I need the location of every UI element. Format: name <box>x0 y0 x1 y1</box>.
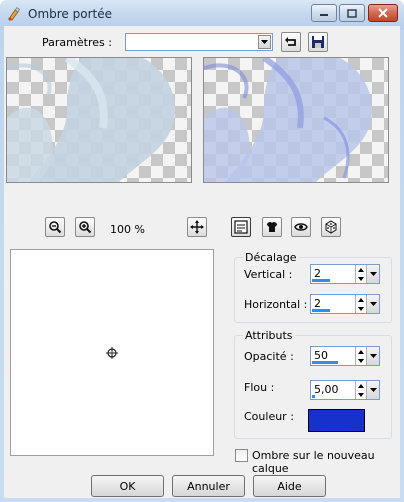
original-preview[interactable] <box>6 57 192 183</box>
blur-value: 5,00 <box>314 383 339 396</box>
maximize-icon <box>347 8 357 18</box>
caret-up-icon[interactable] <box>356 381 366 390</box>
proof-button[interactable] <box>262 217 282 237</box>
preview-mode-icon <box>234 220 248 234</box>
preview-mode-button[interactable] <box>231 217 251 237</box>
original-preview-image <box>7 58 176 182</box>
caret-down-icon[interactable] <box>356 304 366 313</box>
save-preset-button[interactable] <box>308 32 328 52</box>
minimize-icon <box>320 14 328 16</box>
pan-button[interactable] <box>187 217 207 237</box>
dialog-window: Ombre portée Paramètres : 100 % Décalage… <box>0 0 404 502</box>
reset-icon <box>285 37 296 46</box>
new-layer-checkbox[interactable] <box>235 449 248 462</box>
result-preview-image <box>204 58 373 182</box>
zoom-in-button[interactable] <box>75 217 95 237</box>
chevron-down-icon[interactable] <box>258 35 271 49</box>
chevron-down-icon[interactable] <box>366 381 379 399</box>
vertical-label: Vertical : <box>244 268 293 281</box>
shadow-color-swatch[interactable] <box>308 409 365 432</box>
auto-proof-button[interactable] <box>291 217 311 237</box>
chevron-down-icon[interactable] <box>366 295 379 313</box>
opacity-stepper[interactable] <box>355 347 366 365</box>
horizontal-label: Horizontal : <box>244 298 308 311</box>
horizontal-stepper[interactable] <box>355 295 366 313</box>
horizontal-level-bar <box>312 309 330 312</box>
caret-up-icon[interactable] <box>356 295 366 304</box>
eye-icon <box>294 223 308 231</box>
close-icon <box>378 8 388 18</box>
caret-down-icon[interactable] <box>356 274 366 283</box>
randomize-button[interactable] <box>321 217 341 237</box>
window-title: Ombre portée <box>28 7 112 21</box>
new-layer-label[interactable]: Ombre sur le nouveau calque <box>252 449 404 475</box>
zoom-out-icon <box>49 221 62 234</box>
zoom-in-icon <box>79 221 92 234</box>
ok-button[interactable]: OK <box>91 475 164 497</box>
blur-label: Flou : <box>244 381 275 394</box>
attributes-group-title: Attributs <box>243 329 295 342</box>
caret-down-icon[interactable] <box>356 356 366 365</box>
opacity-level-bar <box>312 361 338 364</box>
vertical-spinner[interactable]: 2 <box>310 264 380 284</box>
dice-icon <box>325 220 337 234</box>
horizontal-spinner[interactable]: 2 <box>310 294 380 314</box>
stamp-icon <box>267 221 277 232</box>
reset-button[interactable] <box>281 32 301 52</box>
paint-icon <box>8 7 20 21</box>
chevron-down-icon[interactable] <box>366 265 379 283</box>
maximize-button[interactable] <box>339 4 365 22</box>
color-label: Couleur : <box>244 410 294 423</box>
caret-up-icon[interactable] <box>356 347 366 356</box>
crosshair-icon[interactable] <box>105 346 119 360</box>
offset-group-title: Décalage <box>243 251 299 264</box>
blur-stepper[interactable] <box>355 381 366 399</box>
cancel-button[interactable]: Annuler <box>172 475 245 497</box>
save-icon <box>312 36 324 48</box>
presets-label: Paramètres : <box>42 36 112 49</box>
result-preview[interactable] <box>203 57 389 183</box>
zoom-out-button[interactable] <box>45 217 65 237</box>
caret-down-icon[interactable] <box>356 390 366 399</box>
opacity-spinner[interactable]: 50 <box>310 346 380 366</box>
vertical-stepper[interactable] <box>355 265 366 283</box>
vertical-level-bar <box>312 279 330 282</box>
opacity-label: Opacité : <box>244 350 294 363</box>
blur-level-bar <box>312 395 315 398</box>
chevron-down-icon[interactable] <box>366 347 379 365</box>
presets-dropdown[interactable] <box>125 33 273 51</box>
caret-up-icon[interactable] <box>356 265 366 274</box>
pan-icon <box>190 220 204 234</box>
zoom-level: 100 % <box>110 223 145 236</box>
help-button[interactable]: Aide <box>253 475 326 497</box>
blur-spinner[interactable]: 5,00 <box>310 380 380 400</box>
minimize-button[interactable] <box>311 4 337 22</box>
close-button[interactable] <box>368 4 398 22</box>
